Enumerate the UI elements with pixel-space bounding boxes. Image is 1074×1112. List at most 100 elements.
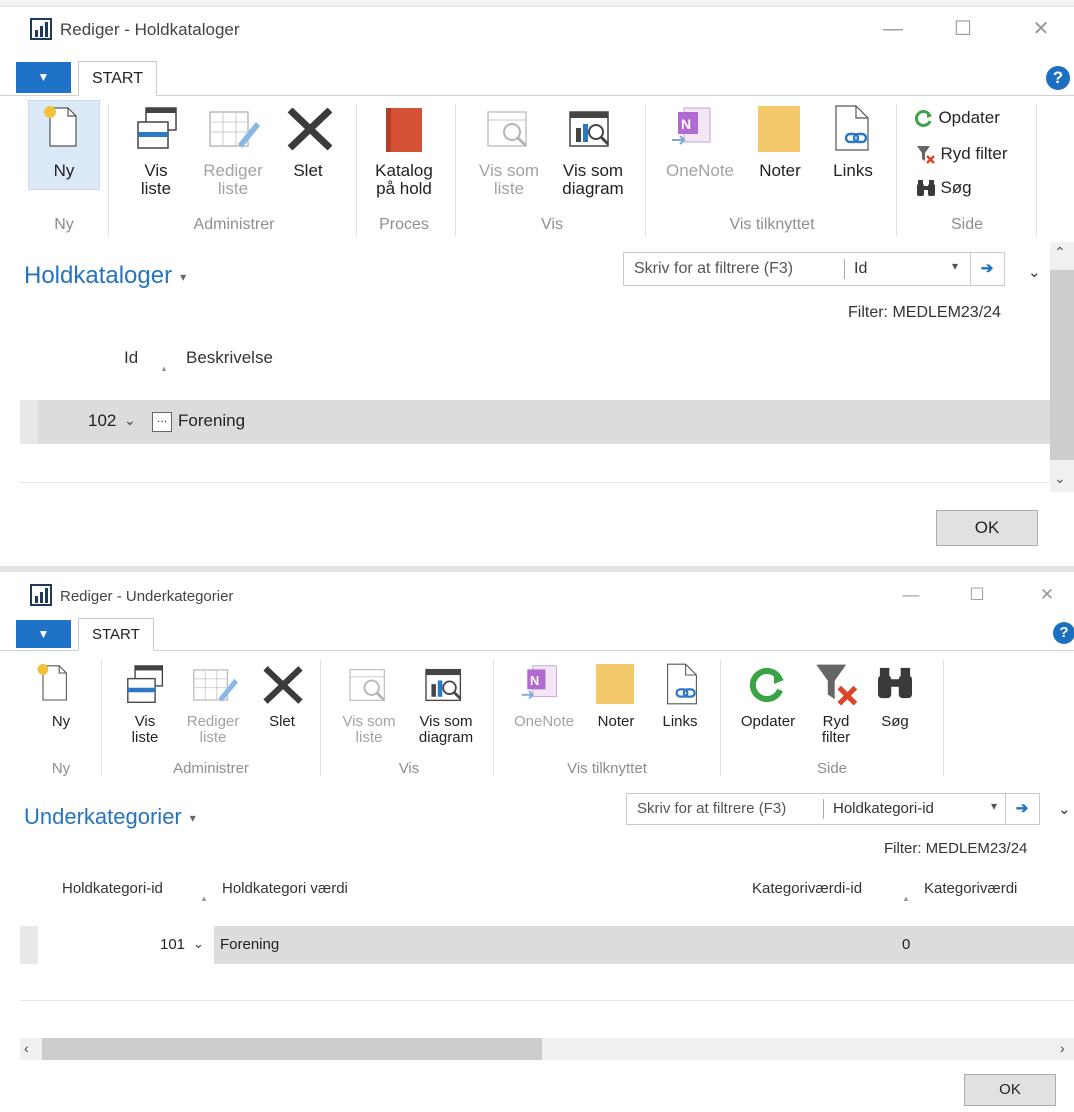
row-dropdown-icon[interactable]: ⌄ [124, 412, 136, 429]
view-as-chart-button[interactable]: Vis som diagram [406, 714, 486, 746]
delete-button[interactable]: Slet [254, 714, 310, 730]
view-as-chart-button[interactable]: Vis som diagram [548, 162, 638, 198]
help-icon[interactable]: ? [1046, 66, 1070, 90]
filter-input[interactable]: Skriv for at filtrere (F3) [634, 260, 793, 278]
onenote-button[interactable]: OneNote [654, 162, 746, 180]
view-list-icon [127, 665, 164, 703]
svg-text:N: N [681, 116, 691, 132]
column-header-value-id[interactable]: Kategoriværdi-id [752, 880, 862, 897]
group-separator [943, 660, 944, 776]
column-header-id[interactable]: Id [124, 348, 138, 368]
refresh-button[interactable]: Opdater [914, 108, 1000, 130]
clear-filter-button[interactable]: Ryd filter [808, 714, 864, 746]
filter-field-select[interactable]: Id [854, 260, 867, 278]
ok-button[interactable]: OK [936, 510, 1038, 546]
ok-button[interactable]: OK [964, 1074, 1056, 1106]
help-icon[interactable]: ? [1053, 622, 1074, 644]
group-label-view: Vis [398, 760, 420, 777]
app-menu-button[interactable]: ▼ [16, 62, 71, 93]
column-header-description[interactable]: Beskrivelse [186, 348, 273, 368]
edit-list-icon [209, 111, 260, 148]
collapse-chevron-icon[interactable]: ⌄ [1028, 263, 1041, 281]
app-menu-button[interactable]: ▼ [16, 620, 71, 648]
delete-button[interactable]: Slet [278, 162, 338, 180]
view-list-icon [137, 107, 177, 149]
filter-field-select[interactable]: Holdkategori-id [833, 800, 934, 817]
maximize-button[interactable]: ☐ [948, 16, 978, 42]
title-dropdown-icon: ▾ [189, 811, 196, 826]
view-as-list-button[interactable]: Vis som liste [470, 162, 548, 198]
edit-list-button[interactable]: Rediger liste [178, 714, 248, 746]
catalog-book-icon [386, 108, 422, 152]
scroll-left-icon[interactable]: ‹ [24, 1040, 29, 1056]
view-as-chart-icon [569, 111, 610, 147]
edit-list-button[interactable]: Rediger liste [194, 162, 272, 198]
column-header-category-value[interactable]: Holdkategori værdi [222, 880, 348, 897]
scroll-right-icon[interactable]: › [1060, 1040, 1065, 1056]
notes-button[interactable]: Noter [748, 162, 812, 180]
filter-field-dropdown-icon[interactable]: ▾ [991, 799, 997, 813]
cell-id: 102 [88, 411, 117, 430]
close-button[interactable]: ✕ [1032, 582, 1062, 608]
table-row[interactable]: 102 ⌄ … Forening [20, 400, 1050, 444]
collapse-chevron-icon[interactable]: ⌄ [1058, 800, 1071, 818]
search-button[interactable]: Søg [868, 714, 922, 730]
links-button[interactable]: Links [822, 162, 884, 180]
column-header-value[interactable]: Kategoriværdi [924, 880, 1017, 897]
tab-start[interactable]: START [78, 61, 157, 96]
clear-filter-button[interactable]: Ryd filter [916, 144, 1008, 166]
links-button[interactable]: Links [652, 714, 708, 730]
onenote-button[interactable]: OneNote [504, 714, 584, 730]
filter-separator [823, 799, 824, 819]
catalog-on-hold-label: Katalog på hold [375, 161, 433, 198]
new-button[interactable]: Ny [28, 714, 94, 730]
scroll-up-icon[interactable]: ⌃ [1054, 244, 1066, 261]
minimize-button[interactable]: — [878, 16, 908, 42]
row-dropdown-icon[interactable]: ⌄ [193, 936, 204, 952]
cell-value-id[interactable]: 0 [902, 936, 910, 953]
filter-field-dropdown-icon[interactable]: ▾ [952, 259, 958, 273]
filter-input[interactable]: Skriv for at filtrere (F3) [637, 800, 786, 817]
table-divider [20, 1000, 1074, 1001]
active-filter-text: Filter: MEDLEM23/24 [884, 840, 1028, 857]
catalog-on-hold-button[interactable]: Katalog på hold [362, 162, 446, 198]
view-list-label: Vis liste [140, 161, 172, 198]
maximize-button[interactable]: ☐ [962, 582, 992, 608]
search-button[interactable]: Søg [916, 178, 972, 200]
cell-description[interactable]: Forening [178, 411, 245, 431]
apply-filter-arrow-icon[interactable]: ➔ [970, 253, 1003, 285]
app-logo-icon [30, 584, 52, 606]
group-label-page: Side [816, 760, 848, 777]
row-selector[interactable] [20, 400, 38, 444]
group-label-manage: Administrer [193, 216, 275, 233]
assist-edit-button[interactable]: … [152, 412, 172, 432]
refresh-button[interactable]: Opdater [730, 714, 806, 730]
binoculars-icon [878, 667, 912, 699]
close-button[interactable]: ✕ [1026, 16, 1056, 42]
view-list-label: Vis liste [131, 713, 159, 746]
tab-start[interactable]: START [78, 618, 154, 651]
page-title[interactable]: Holdkataloger ▾ [24, 262, 186, 290]
scroll-down-icon[interactable]: ⌄ [1054, 470, 1066, 487]
onenote-icon: N [672, 107, 711, 145]
app-logo-icon [30, 18, 52, 40]
scroll-thumb[interactable] [1050, 270, 1074, 460]
cell-category-id: 101 [160, 936, 186, 953]
cell-category-id-box[interactable]: 101 ⌄ [38, 926, 214, 964]
new-button[interactable]: Ny [28, 162, 100, 180]
apply-filter-arrow-icon[interactable]: ➔ [1005, 794, 1038, 824]
row-selector[interactable] [20, 926, 38, 964]
view-list-button[interactable]: Vis liste [110, 714, 180, 746]
vertical-scrollbar[interactable]: ⌃ ⌄ [1050, 242, 1074, 492]
view-as-list-button[interactable]: Vis som liste [334, 714, 404, 746]
table-row[interactable]: 101 ⌄ Forening 0 [20, 926, 1074, 964]
column-header-category-id[interactable]: Holdkategori-id [62, 880, 163, 897]
notes-button[interactable]: Noter [588, 714, 644, 730]
view-list-button[interactable]: Vis liste [118, 162, 194, 198]
minimize-button[interactable]: — [896, 582, 926, 608]
horizontal-scrollbar[interactable]: ‹ › [20, 1038, 1074, 1060]
page-title[interactable]: Underkategorier ▾ [24, 804, 196, 830]
cell-category-value[interactable]: Forening [220, 936, 279, 953]
scroll-thumb[interactable] [42, 1038, 542, 1060]
group-separator [720, 660, 721, 776]
